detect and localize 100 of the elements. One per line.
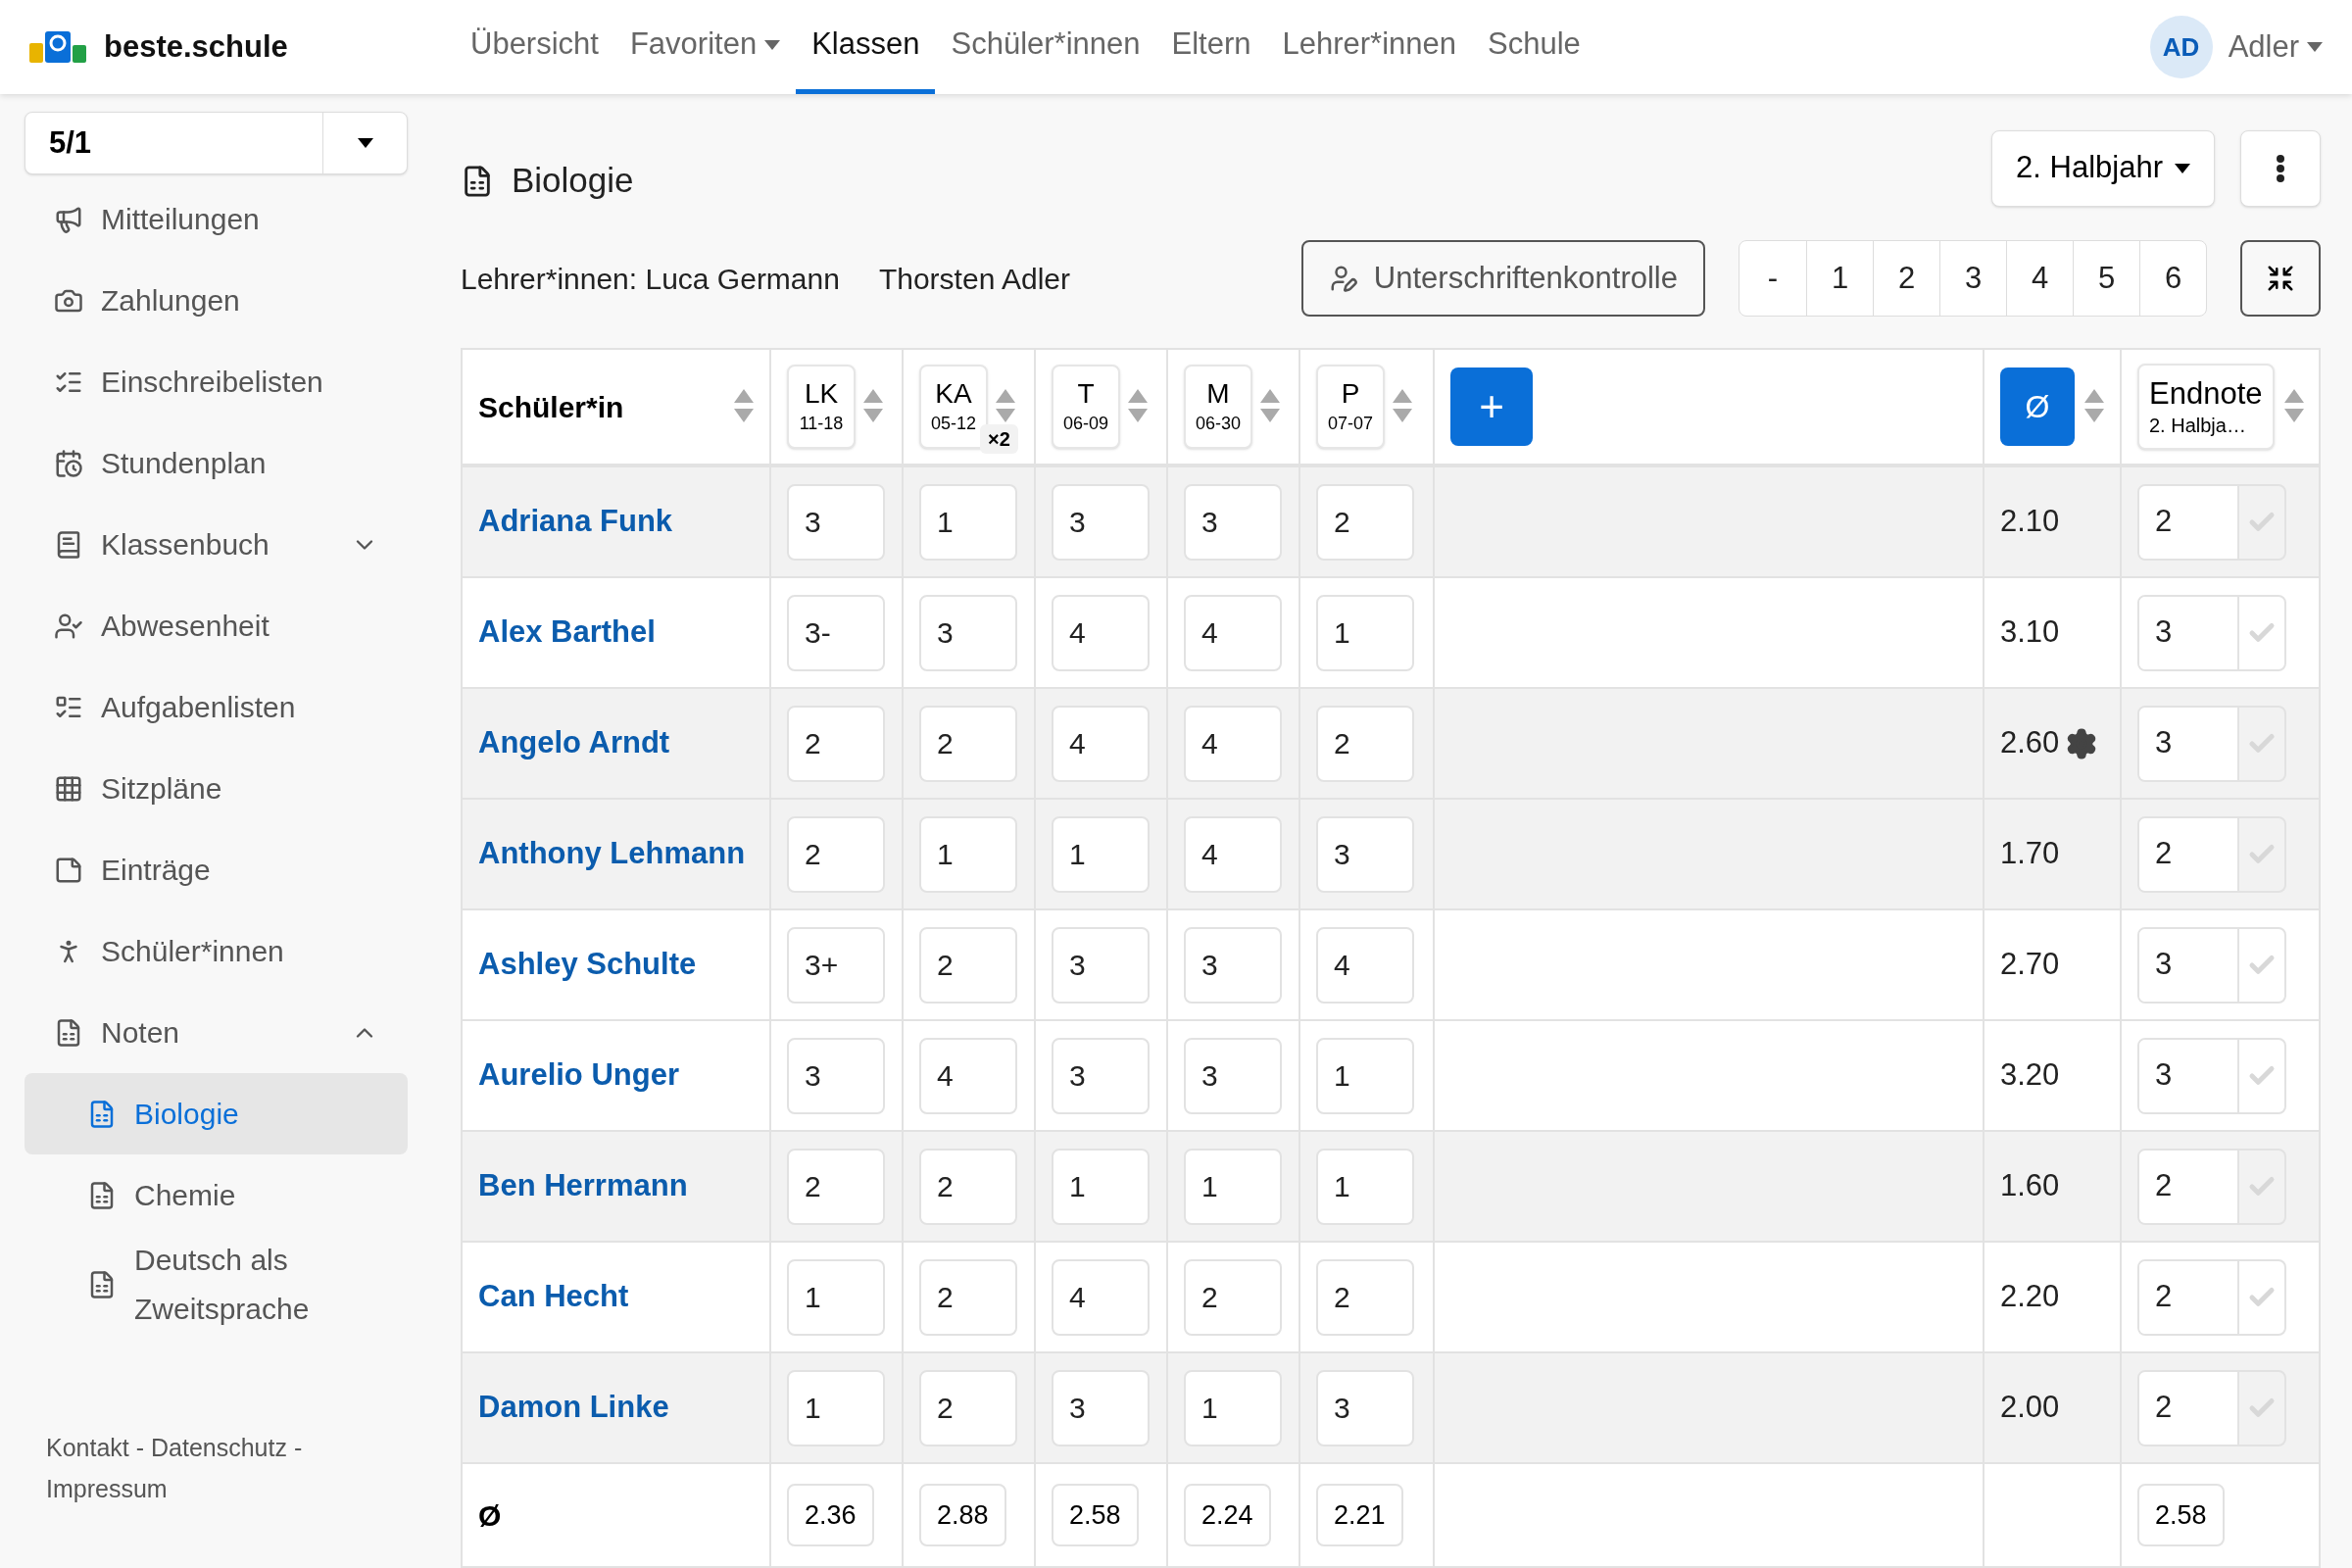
grade-field[interactable]: 3 (1052, 926, 1150, 1004)
sidebar-item[interactable]: Stundenplan (24, 422, 408, 504)
final-grade-column-button[interactable]: Endnote 2. Halbja… (2137, 364, 2275, 450)
grade-field[interactable]: 4 (1184, 815, 1282, 893)
nav-link[interactable]: Favoriten (613, 0, 797, 94)
exam-column-button[interactable]: T 06-09 (1052, 365, 1120, 449)
student-name-link[interactable]: Aurelio Unger (478, 1053, 679, 1099)
sort-icon[interactable] (1393, 389, 1412, 424)
nav-link[interactable]: Lehrer*innen (1266, 0, 1472, 94)
student-name-link[interactable]: Anthony Lehmann (478, 831, 746, 877)
grade-field[interactable]: 2 (1316, 705, 1414, 782)
nav-link[interactable]: Übersicht (455, 0, 614, 94)
user-menu[interactable]: Adler (2228, 24, 2323, 71)
class-select[interactable]: 5/1 (24, 112, 408, 174)
brand-name[interactable]: beste.schule (104, 24, 288, 71)
grade-field[interactable]: 2 (787, 1148, 885, 1225)
grade-field[interactable]: 1 (787, 1369, 885, 1446)
sidebar-item[interactable]: Zahlungen (24, 260, 408, 341)
nav-link[interactable]: Eltern (1155, 0, 1267, 94)
sidebar-item[interactable]: Einträge (24, 829, 408, 910)
column-page-button[interactable]: 1 (1806, 241, 1873, 316)
grade-field[interactable]: 3 (1184, 926, 1282, 1004)
sidebar-item[interactable]: Mitteilungen (24, 178, 408, 260)
grade-field[interactable]: 3 (787, 1037, 885, 1114)
sort-icon[interactable] (734, 389, 754, 424)
sidebar-item[interactable]: Noten (24, 992, 408, 1073)
grade-field[interactable]: 4 (919, 1037, 1017, 1114)
sort-icon[interactable] (1128, 389, 1148, 424)
final-grade-field[interactable]: 2 (2137, 1148, 2286, 1225)
grade-field[interactable]: 3 (1052, 1369, 1150, 1446)
grade-field[interactable]: 2 (919, 1369, 1017, 1446)
final-grade-field[interactable]: 3 (2137, 705, 2286, 782)
nav-link[interactable]: Schule (1472, 0, 1596, 94)
exam-column-button[interactable]: KA 05-12 (919, 365, 988, 449)
grade-field[interactable]: 1 (919, 815, 1017, 893)
column-page-button[interactable]: 3 (1939, 241, 2006, 316)
grade-field[interactable]: 3 (1184, 1037, 1282, 1114)
exam-column-button[interactable]: LK 11-18 (787, 365, 856, 449)
grade-field[interactable]: 1 (1184, 1369, 1282, 1446)
sort-icon[interactable] (1260, 389, 1280, 424)
sidebar-item[interactable]: Sitzpläne (24, 748, 408, 829)
final-grade-field[interactable]: 3 (2137, 926, 2286, 1004)
final-grade-field[interactable]: 2 (2137, 483, 2286, 561)
grade-field[interactable]: 2 (919, 705, 1017, 782)
student-name-link[interactable]: Ashley Schulte (478, 942, 697, 988)
grade-field[interactable]: 1 (1316, 1148, 1414, 1225)
grade-field[interactable]: 1 (1184, 1148, 1282, 1225)
final-grade-field[interactable]: 2 (2137, 1258, 2286, 1336)
grade-field[interactable]: 2 (787, 815, 885, 893)
sort-icon[interactable] (996, 389, 1015, 424)
user-avatar[interactable]: AD (2149, 16, 2213, 78)
grade-field[interactable]: 3 (1052, 1037, 1150, 1114)
average-column-button[interactable]: Ø (2000, 368, 2075, 446)
final-grade-field[interactable]: 3 (2137, 594, 2286, 671)
sort-icon[interactable] (863, 389, 883, 424)
grade-field[interactable]: 1 (1052, 815, 1150, 893)
semester-dropdown[interactable]: 2. Halbjahr (1991, 129, 2215, 207)
grade-field[interactable]: 4 (1184, 594, 1282, 671)
grade-field[interactable]: 2 (787, 705, 885, 782)
grade-field[interactable]: 1 (919, 483, 1017, 561)
student-name-link[interactable]: Adriana Funk (478, 499, 673, 545)
column-page-button[interactable]: 4 (2006, 241, 2073, 316)
grade-field[interactable]: 2 (1184, 1258, 1282, 1336)
grade-field[interactable]: 3 (1316, 1369, 1414, 1446)
sort-icon[interactable] (2084, 389, 2104, 424)
exam-column-button[interactable]: M 06-30 (1184, 365, 1252, 449)
more-button[interactable] (2240, 129, 2321, 207)
grade-field[interactable]: 4 (1052, 705, 1150, 782)
grade-field[interactable]: 2 (919, 926, 1017, 1004)
exam-column-button[interactable]: P 07-07 (1316, 365, 1385, 449)
sidebar-subitem[interactable]: Deutsch als Zweitsprache (24, 1236, 408, 1334)
grade-field[interactable]: 1 (787, 1258, 885, 1336)
grade-field[interactable]: 3+ (787, 926, 885, 1004)
grade-field[interactable]: 3 (787, 483, 885, 561)
grade-field[interactable]: 2 (919, 1258, 1017, 1336)
column-page-button[interactable]: 2 (1873, 241, 1939, 316)
student-name-link[interactable]: Ben Herrmann (478, 1163, 688, 1209)
sort-icon[interactable] (2283, 389, 2304, 424)
sidebar-item[interactable]: Einschreibelisten (24, 341, 408, 422)
sidebar-item[interactable]: Abwesenheit (24, 585, 408, 666)
student-name-link[interactable]: Damon Linke (478, 1385, 669, 1431)
final-grade-field[interactable]: 2 (2137, 815, 2286, 893)
grade-field[interactable]: 2 (1316, 1258, 1414, 1336)
grade-field[interactable]: 3 (1316, 815, 1414, 893)
final-grade-field[interactable]: 2 (2137, 1369, 2286, 1446)
column-page-button[interactable]: 5 (2073, 241, 2139, 316)
student-name-link[interactable]: Can Hecht (478, 1274, 629, 1320)
grade-field[interactable]: 3 (1184, 483, 1282, 561)
grade-field[interactable]: 4 (1052, 1258, 1150, 1336)
grade-field[interactable]: 3 (919, 594, 1017, 671)
footer-links[interactable]: Kontakt - Datenschutz - Impressum (24, 1427, 358, 1568)
grade-field[interactable]: 4 (1052, 594, 1150, 671)
add-column-button[interactable]: + (1450, 368, 1533, 446)
column-header[interactable]: Schüler*in (478, 384, 734, 429)
sidebar-item[interactable]: Aufgabenlisten (24, 666, 408, 748)
nav-link[interactable]: Klassen (796, 0, 936, 94)
grade-field[interactable]: 3- (787, 594, 885, 671)
student-name-link[interactable]: Alex Barthel (478, 610, 656, 656)
grade-field[interactable]: 2 (1316, 483, 1414, 561)
grade-field[interactable]: 4 (1184, 705, 1282, 782)
